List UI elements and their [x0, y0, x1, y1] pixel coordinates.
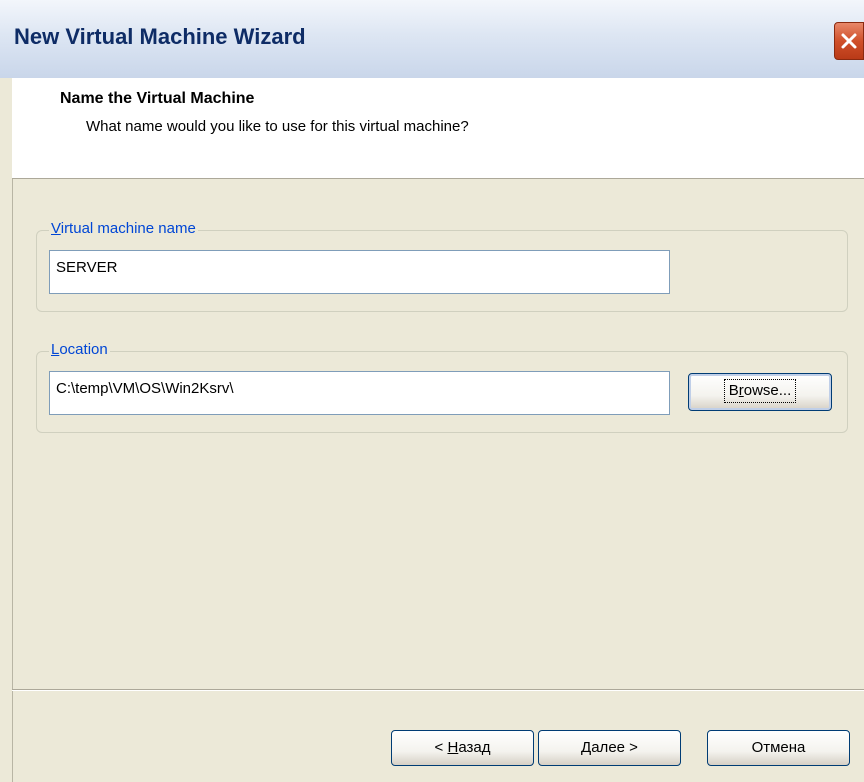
window-title: New Virtual Machine Wizard	[14, 24, 306, 49]
vm-name-input[interactable]: SERVER	[49, 250, 670, 294]
close-button[interactable]	[834, 22, 864, 60]
window-left-border	[0, 78, 13, 782]
next-button[interactable]: Далее >	[538, 730, 681, 766]
wizard-window: New Virtual Machine Wizard Name the Virt…	[0, 0, 864, 782]
cancel-button[interactable]: Отмена	[707, 730, 850, 766]
vm-name-label: Virtual machine name	[49, 220, 198, 237]
back-button[interactable]: < Назад	[391, 730, 534, 766]
location-label: Location	[49, 341, 110, 358]
title-bar[interactable]: New Virtual Machine Wizard	[0, 0, 864, 79]
close-icon	[841, 33, 857, 49]
vm-name-group: Virtual machine name SERVER	[36, 220, 848, 312]
page-subtitle: What name would you like to use for this…	[86, 118, 469, 135]
footer-separator	[12, 689, 864, 691]
location-group: Location C:\temp\VM\OS\Win2Ksrv\ Browse.…	[36, 341, 848, 433]
location-input[interactable]: C:\temp\VM\OS\Win2Ksrv\	[49, 371, 670, 415]
page-title: Name the Virtual Machine	[60, 90, 255, 107]
browse-button[interactable]: Browse...	[688, 373, 832, 411]
wizard-header: Name the Virtual Machine What name would…	[12, 78, 864, 179]
